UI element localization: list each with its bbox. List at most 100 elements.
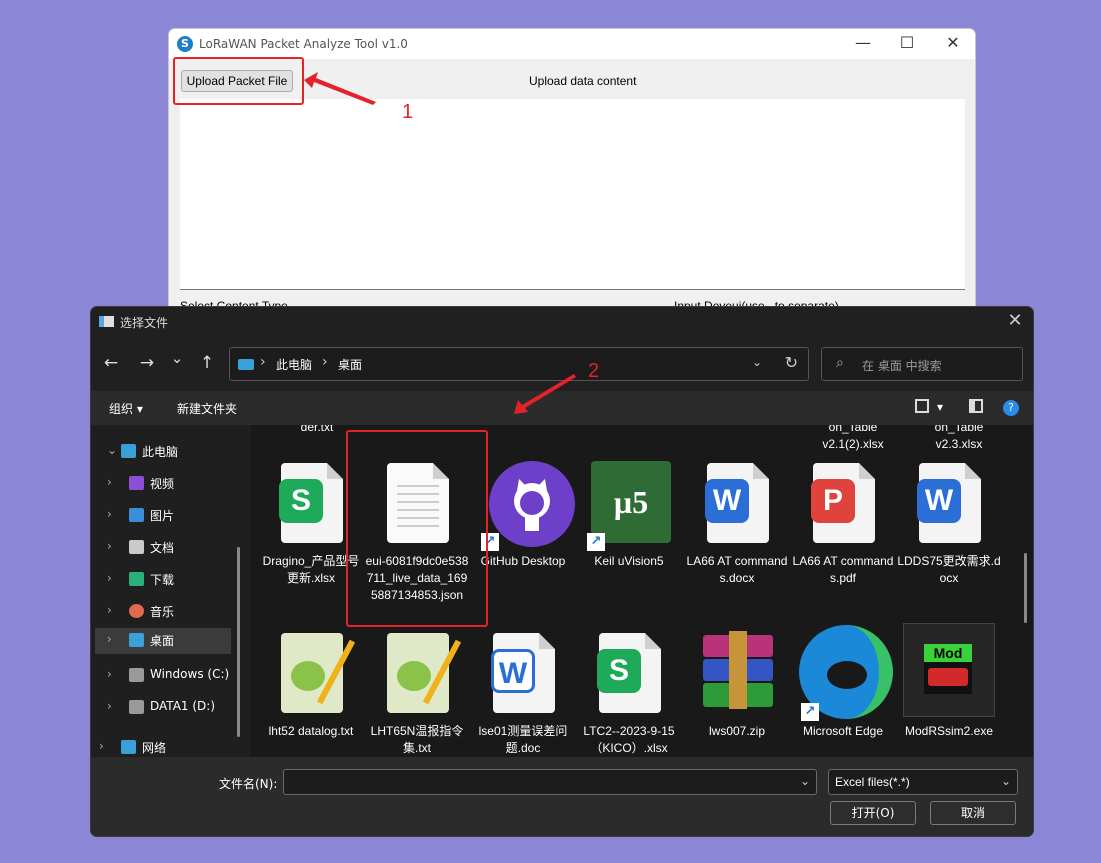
forward-arrow-icon[interactable]: → [135, 353, 159, 373]
breadcrumb-this-pc[interactable]: 此电脑 [276, 356, 312, 373]
downloads-icon [129, 572, 144, 586]
expand-chevron-icon[interactable]: › [107, 571, 112, 585]
refresh-icon[interactable]: ↻ [785, 353, 798, 372]
sidebar-item-desktop[interactable]: › 桌面 [95, 628, 231, 654]
notepad-plus-plus-icon [379, 631, 462, 717]
file-item[interactable]: lht52 datalog.txt [259, 631, 363, 740]
close-button[interactable]: ✕ [931, 29, 975, 57]
expand-chevron-icon[interactable]: › [107, 475, 112, 489]
back-arrow-icon[interactable]: ← [99, 353, 123, 373]
breadcrumb-separator: › [260, 354, 266, 370]
help-icon[interactable]: ? [1003, 400, 1019, 416]
expand-chevron-icon[interactable]: › [107, 603, 112, 617]
wps-spreadsheet-icon: S [279, 479, 323, 523]
github-icon [489, 461, 575, 547]
wps-spreadsheet-icon: S [597, 649, 641, 693]
sidebar-item-downloads[interactable]: › 下载 [91, 567, 231, 593]
sidebar-item-documents[interactable]: › 文档 [91, 535, 231, 561]
sidebar-item-label: 下载 [150, 573, 175, 587]
expand-chevron-icon[interactable]: › [107, 667, 112, 681]
modrssim-logo-text: Mod [924, 644, 972, 662]
file-name: LDDS75更改需求.docx [897, 554, 1001, 585]
expand-chevron-icon[interactable]: › [107, 507, 112, 521]
sidebar-scrollbar[interactable] [237, 547, 240, 737]
search-icon: ⌕ [836, 355, 844, 371]
cancel-button[interactable]: 取消 [930, 801, 1016, 825]
file-name: on_Table v2.1(2).xlsx [822, 425, 884, 451]
recent-locations-chevron-icon[interactable]: ⌄ [165, 349, 189, 367]
file-item[interactable]: W LA66 AT commands.docx [685, 461, 789, 587]
expand-chevron-icon[interactable]: ⌄ [107, 443, 117, 457]
search-box[interactable]: ⌕ 在 桌面 中搜索 [821, 347, 1023, 381]
new-folder-button[interactable]: 新建文件夹 [177, 400, 237, 417]
wps-writer-icon: W [917, 479, 961, 523]
expand-chevron-icon[interactable]: › [99, 739, 104, 753]
preview-pane-icon[interactable] [969, 399, 983, 413]
dialog-footer: 文件名(N): ⌄ Excel files(*.*) ⌄ 打开(O) 取消 [91, 757, 1033, 836]
dialog-close-button[interactable]: ✕ [1003, 310, 1027, 331]
drive-icon [129, 668, 144, 682]
sidebar-item-label: 桌面 [150, 634, 175, 648]
upload-content-label: Upload data content [529, 74, 637, 88]
dialog-title: 选择文件 [120, 316, 169, 330]
view-mode-icon[interactable] [915, 399, 929, 413]
open-button[interactable]: 打开(O) [830, 801, 916, 825]
dialog-titlebar: 选择文件 ✕ [91, 307, 1033, 337]
navigation-pane: ⌄ 此电脑 › 视频 › 图片 › 文档 › 下载 › 音乐 › 桌面 › Wi… [91, 425, 249, 757]
expand-chevron-icon[interactable]: › [107, 539, 112, 553]
expand-chevron-icon[interactable]: › [107, 632, 112, 646]
annotation-arrow-2 [514, 374, 576, 414]
file-item[interactable]: ↗ Microsoft Edge [791, 625, 895, 740]
file-name: LTC2--2023-9-15（KICO）.xlsx [583, 724, 675, 755]
sidebar-item-music[interactable]: › 音乐 [91, 599, 231, 625]
filename-dropdown-icon[interactable]: ⌄ [800, 774, 810, 788]
upload-content-textarea[interactable] [180, 99, 965, 290]
filetype-dropdown-icon[interactable]: ⌄ [1001, 774, 1011, 788]
search-placeholder: 在 桌面 中搜索 [862, 359, 942, 373]
file-name: lht52 datalog.txt [268, 724, 354, 738]
sidebar-item-label: 音乐 [150, 605, 175, 619]
minimize-button[interactable]: — [841, 29, 885, 57]
expand-chevron-icon[interactable]: › [107, 699, 112, 713]
file-name: LHT65N温报指令集.txt [370, 724, 464, 755]
app-titlebar: S LoRaWAN Packet Analyze Tool v1.0 — ☐ ✕ [169, 29, 975, 59]
file-item[interactable]: Mod ModRSsim2.exe [897, 623, 1001, 740]
wps-writer-icon: W [705, 479, 749, 523]
breadcrumb-separator: › [322, 354, 328, 370]
file-item-partial[interactable]: on_Table v2.1(2).xlsx [801, 425, 905, 453]
file-item[interactable]: µ5 ↗ Keil uVision5 [577, 461, 681, 570]
sidebar-item-pictures[interactable]: › 图片 [91, 503, 231, 529]
video-icon [129, 476, 144, 490]
file-item[interactable]: P LA66 AT commands.pdf [791, 461, 895, 587]
wps-pdf-icon: P [811, 479, 855, 523]
file-item[interactable]: lws007.zip [685, 631, 789, 740]
file-name: lws007.zip [708, 724, 766, 738]
sidebar-item-drive-d[interactable]: › DATA1 (D:) [91, 695, 231, 721]
wps-writer-icon: W [491, 649, 535, 693]
file-item[interactable]: W LDDS75更改需求.docx [897, 461, 1001, 587]
breadcrumb-desktop[interactable]: 桌面 [338, 356, 362, 373]
file-list-scrollbar[interactable] [1024, 553, 1027, 623]
file-item[interactable]: W lse01测量误差问题.doc [471, 631, 575, 757]
filename-input[interactable]: ⌄ [283, 769, 817, 795]
sidebar-item-label: 视频 [150, 477, 175, 491]
annotation-number-1: 1 [402, 101, 414, 123]
sidebar-item-videos[interactable]: › 视频 [91, 471, 231, 497]
network-icon [121, 740, 136, 754]
file-item[interactable]: LHT65N温报指令集.txt [365, 631, 469, 757]
view-dropdown-icon[interactable]: ▾ [937, 400, 943, 414]
address-dropdown-icon[interactable]: ⌄ [752, 355, 762, 369]
filetype-select[interactable]: Excel files(*.*) ⌄ [828, 769, 1018, 795]
app-logo-icon: S [177, 36, 193, 52]
file-item-partial[interactable]: on_Table v2.3.xlsx [907, 425, 1011, 453]
sidebar-item-drive-c[interactable]: › Windows (C:) [91, 663, 231, 689]
up-arrow-icon[interactable]: ↑ [195, 353, 219, 373]
desktop-icon [129, 633, 144, 647]
annotation-box-1 [173, 57, 304, 105]
shortcut-arrow-icon: ↗ [801, 703, 819, 721]
sidebar-item-this-pc[interactable]: ⌄ 此电脑 [91, 439, 231, 465]
file-item[interactable]: S LTC2--2023-9-15（KICO）.xlsx [577, 631, 681, 757]
maximize-button[interactable]: ☐ [885, 29, 929, 57]
organize-menu[interactable]: 组织 ▾ [109, 400, 143, 417]
file-name: Keil uVision5 [594, 554, 664, 568]
